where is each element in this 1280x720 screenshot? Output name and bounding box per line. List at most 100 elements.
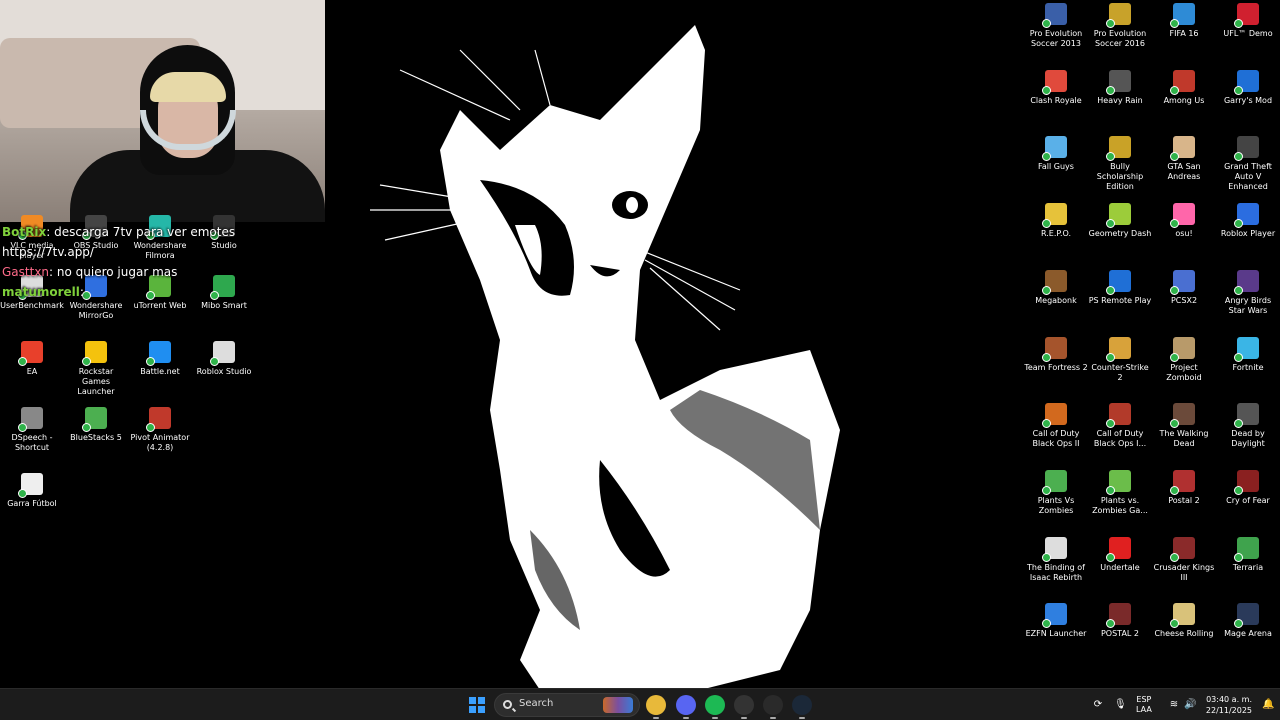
epic-games-icon[interactable]	[763, 695, 783, 719]
desktop-icon-grand-theft-auto-v-enhanced[interactable]: Grand Theft Auto V Enhanced	[1216, 133, 1280, 192]
sync-status-icon	[18, 489, 27, 498]
desktop-icon-clash-royale[interactable]: Clash Royale	[1024, 67, 1088, 106]
desktop-icon-heavy-rain[interactable]: Heavy Rain	[1088, 67, 1152, 106]
microphone-icon[interactable]: 🎙	[1114, 699, 1127, 711]
desktop-icon-angry-birds-star-wars[interactable]: Angry Birds Star Wars	[1216, 267, 1280, 316]
desktop-icon-cheese-rolling[interactable]: Cheese Rolling	[1152, 600, 1216, 639]
desktop-icon-call-of-duty-black-ops-ii[interactable]: Call of Duty Black Ops II	[1024, 400, 1088, 449]
desktop-icon-terraria[interactable]: Terraria	[1216, 534, 1280, 573]
chrome-icon[interactable]	[646, 695, 666, 719]
desktop-icon-pro-evolution-soccer-2013[interactable]: Pro Evolution Soccer 2013	[1024, 0, 1088, 49]
chat-text: : no quiero jugar mas	[49, 265, 178, 279]
desktop-icon-label: BlueStacks 5	[70, 433, 122, 442]
desktop-icon-osu[interactable]: osu!	[1152, 200, 1216, 239]
desktop-icon-postal-2[interactable]: POSTAL 2	[1088, 600, 1152, 639]
desktop-icon-the-binding-of-isaac-rebirth[interactable]: The Binding of Isaac Rebirth	[1024, 534, 1088, 583]
desktop-icon-the-walking-dead[interactable]: The Walking Dead	[1152, 400, 1216, 449]
desktop-icon-mage-arena[interactable]: Mage Arena	[1216, 600, 1280, 639]
desktop-icon-pcsx2[interactable]: PCSX2	[1152, 267, 1216, 306]
desktop-icon-undertale[interactable]: Undertale	[1088, 534, 1152, 573]
discord-icon[interactable]	[676, 695, 696, 719]
desktop-icon-bully-scholarship-edition[interactable]: Bully Scholarship Edition	[1088, 133, 1152, 192]
wifi-icon[interactable]: ≋	[1168, 699, 1180, 711]
desktop-icon-call-of-duty-black-ops-i[interactable]: Call of Duty Black Ops I...	[1088, 400, 1152, 449]
sync-status-icon	[1106, 352, 1115, 362]
plants-vs-zombies-icon	[1042, 469, 1067, 495]
start-button[interactable]	[469, 697, 485, 713]
desktop-icon-r-e-p-o[interactable]: R.E.P.O.	[1024, 200, 1088, 239]
desktop-icon-ps-remote-play[interactable]: PS Remote Play	[1088, 267, 1152, 306]
input-language-indicator[interactable]: ESP LAA	[1136, 695, 1152, 715]
desktop-icon-geometry-dash[interactable]: Geometry Dash	[1088, 200, 1152, 239]
desktop-icon-roblox-studio[interactable]: Roblox Studio	[192, 338, 256, 377]
desktop-icon-label: Crusader Kings III	[1153, 562, 1215, 582]
sync-status-icon	[1234, 19, 1243, 28]
geometry-dash-icon	[1106, 203, 1131, 229]
sync-status-icon	[1106, 219, 1115, 229]
desktop-icon-crusader-kings-iii[interactable]: Crusader Kings III	[1152, 534, 1216, 583]
desktop-icon-label: R.E.P.O.	[1040, 229, 1072, 239]
clash-royale-icon	[1042, 69, 1067, 95]
sync-status-icon	[1170, 485, 1179, 495]
sync-status-icon	[1042, 85, 1051, 95]
desktop-icon-among-us[interactable]: Among Us	[1152, 67, 1216, 106]
desktop-icon-garry-s-mod[interactable]: Garry's Mod	[1216, 67, 1280, 106]
sync-status-icon	[146, 423, 155, 432]
desktop-icon-dspeech-shortcut[interactable]: DSpeech - Shortcut	[0, 404, 64, 453]
desktop-icon-cry-of-fear[interactable]: Cry of Fear	[1216, 467, 1280, 506]
desktop-icon-team-fortress-2[interactable]: Team Fortress 2	[1024, 334, 1088, 373]
desktop-icon-label: Clash Royale	[1030, 95, 1082, 105]
desktop-icon-pivot-animator-4-2-8[interactable]: Pivot Animator (4.2.8)	[128, 404, 192, 453]
garry-s-mod-icon	[1234, 69, 1259, 95]
sync-status-icon	[1234, 352, 1243, 362]
desktop-icon-label: The Walking Dead	[1159, 429, 1209, 449]
search-icon	[503, 700, 512, 709]
steam-icon[interactable]	[792, 695, 812, 719]
desktop-icon-fifa-16[interactable]: FIFA 16	[1152, 0, 1216, 39]
desktop-icon-fortnite[interactable]: Fortnite	[1216, 334, 1280, 373]
sync-status-icon	[1042, 352, 1051, 362]
desktop-icon-ea[interactable]: EA	[0, 338, 64, 377]
sync-icon[interactable]: ⟳	[1092, 699, 1104, 711]
desktop-icon-pro-evolution-soccer-2016[interactable]: Pro Evolution Soccer 2016	[1088, 0, 1152, 49]
desktop-icon-project-zomboid[interactable]: Project Zomboid	[1152, 334, 1216, 383]
desktop-icon-ezfn-launcher[interactable]: EZFN Launcher	[1024, 600, 1088, 639]
desktop-icon-postal-2[interactable]: Postal 2	[1152, 467, 1216, 506]
volume-icon[interactable]: 🔊	[1184, 699, 1196, 711]
desktop-icon-garra-f-tbol[interactable]: Garra Fútbol	[0, 470, 64, 509]
megabonk-icon	[1042, 269, 1067, 295]
chat-link[interactable]: https://7tv.app/	[2, 245, 94, 259]
desktop-icon-ufl-demo[interactable]: UFL™ Demo	[1216, 0, 1280, 39]
taskbar-search-box[interactable]: Search	[494, 693, 640, 717]
sync-status-icon	[1042, 552, 1051, 562]
desktop-icon-label: Fortnite	[1232, 362, 1264, 372]
desktop-icon-rockstar-games-launcher[interactable]: Rockstar Games Launcher	[64, 338, 128, 397]
rockstar-games-launcher-icon	[82, 341, 107, 366]
sync-status-icon	[1042, 19, 1051, 28]
spotify-icon[interactable]	[705, 695, 725, 719]
desktop-icon-counter-strike-2[interactable]: Counter-Strike 2	[1088, 334, 1152, 383]
search-label: Search	[519, 698, 554, 709]
desktop-icon-fall-guys[interactable]: Fall Guys	[1024, 133, 1088, 172]
desktop-icon-plants-vs-zombies-ga[interactable]: Plants vs. Zombies Ga...	[1088, 467, 1152, 516]
clock[interactable]: 03:40 a. m. 22/11/2025	[1202, 694, 1252, 716]
desktop-icon-bluestacks-5[interactable]: BlueStacks 5	[64, 404, 128, 443]
desktop-icon-plants-vs-zombies[interactable]: Plants Vs Zombies	[1024, 467, 1088, 516]
notifications-icon[interactable]: 🔔	[1262, 699, 1274, 711]
keyboard-layout: LAA	[1136, 705, 1152, 714]
bully-scholarship-edition-icon	[1106, 136, 1131, 162]
grand-theft-auto-v-enhanced-icon	[1234, 136, 1259, 162]
sync-status-icon	[1170, 285, 1179, 295]
desktop-icon-gta-san-andreas[interactable]: GTA San Andreas	[1152, 133, 1216, 182]
desktop-icon-label: Fall Guys	[1038, 162, 1074, 172]
dspeech-shortcut-icon	[18, 407, 43, 432]
desktop-icon-battle-net[interactable]: Battle.net	[128, 338, 192, 377]
desktop-icon-label: Team Fortress 2	[1024, 362, 1088, 372]
obs-icon[interactable]	[734, 695, 754, 719]
sync-status-icon	[1170, 352, 1179, 362]
cry-of-fear-icon	[1234, 469, 1259, 495]
desktop-icon-megabonk[interactable]: Megabonk	[1024, 267, 1088, 306]
desktop-icon-roblox-player[interactable]: Roblox Player	[1216, 200, 1280, 239]
desktop-icon-label: Mage Arena	[1224, 629, 1272, 639]
desktop-icon-dead-by-daylight[interactable]: Dead by Daylight	[1216, 400, 1280, 449]
